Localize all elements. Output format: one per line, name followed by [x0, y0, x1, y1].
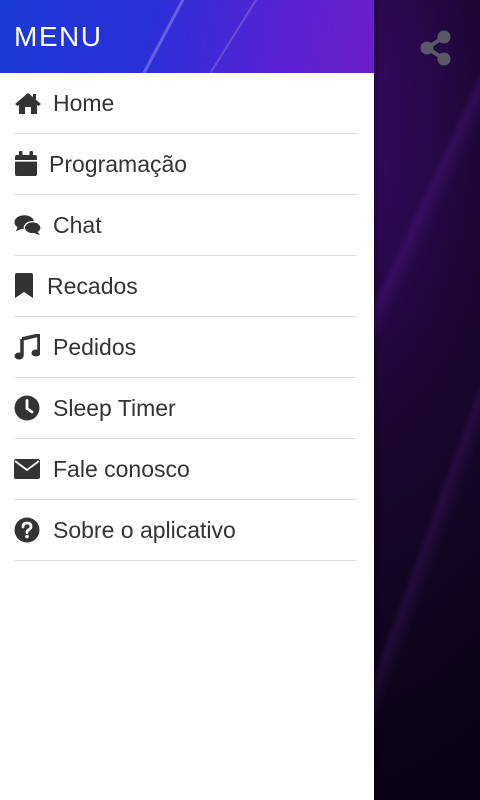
music-icon	[14, 333, 42, 361]
chat-icon	[14, 211, 42, 239]
navigation-drawer: MENU Home Programação Chat Recados Pedid…	[0, 0, 374, 800]
menu-item-sleep-timer[interactable]: Sleep Timer	[14, 378, 357, 439]
menu-item-chat[interactable]: Chat	[14, 195, 357, 256]
menu-item-label: Programação	[49, 150, 188, 177]
menu-item-sobre[interactable]: Sobre o aplicativo	[14, 500, 357, 561]
question-circle-icon	[14, 516, 42, 544]
share-button[interactable]	[418, 28, 454, 68]
menu-item-fale-conosco[interactable]: Fale conosco	[14, 439, 357, 500]
menu-item-programacao[interactable]: Programação	[14, 134, 357, 195]
menu-item-label: Recados	[47, 272, 138, 299]
calendar-icon	[14, 150, 38, 178]
menu-item-label: Sobre o aplicativo	[53, 516, 236, 543]
menu-item-recados[interactable]: Recados	[14, 256, 357, 317]
drawer-header: MENU	[0, 0, 374, 73]
menu-item-home[interactable]: Home	[14, 73, 357, 134]
menu-title: MENU	[14, 21, 103, 52]
menu-item-label: Pedidos	[53, 333, 137, 360]
share-icon	[419, 29, 453, 67]
home-icon	[14, 89, 42, 117]
menu-item-label: Home	[53, 89, 115, 116]
menu-item-pedidos[interactable]: Pedidos	[14, 317, 357, 378]
envelope-icon	[14, 455, 42, 483]
menu-item-label: Chat	[53, 211, 102, 238]
clock-icon	[14, 394, 42, 422]
menu-item-label: Sleep Timer	[53, 394, 176, 421]
bookmark-icon	[14, 272, 36, 300]
menu-list: Home Programação Chat Recados Pedidos Sl…	[0, 73, 374, 561]
menu-item-label: Fale conosco	[53, 455, 190, 482]
